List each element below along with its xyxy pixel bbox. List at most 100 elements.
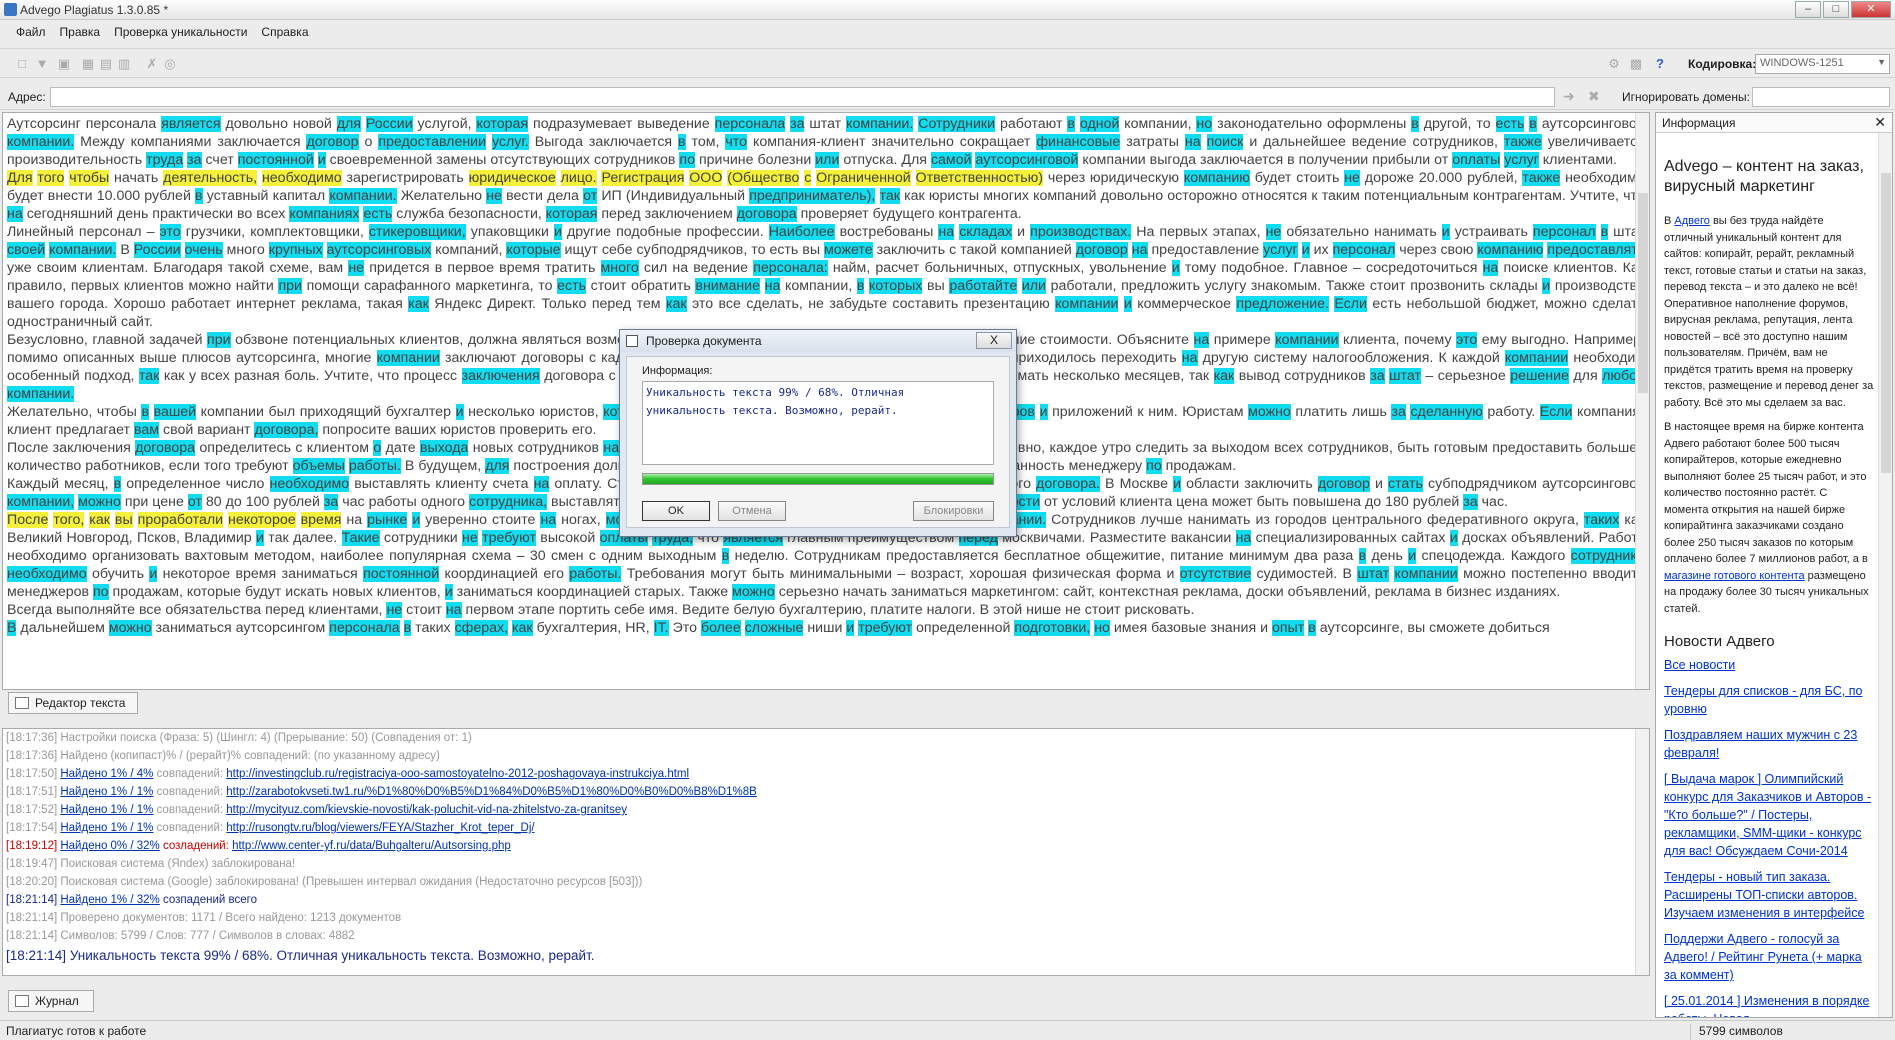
info-scrollbar[interactable] xyxy=(1878,133,1892,1017)
highlight-match: по xyxy=(93,584,109,600)
editor-word: главной xyxy=(92,332,145,348)
go-arrow-icon[interactable]: ➜ xyxy=(1563,88,1581,106)
dialog-close-button[interactable]: X xyxy=(976,332,1012,349)
editor-word: каждой xyxy=(1451,350,1500,366)
editor-word: месяц, xyxy=(64,476,109,492)
open-document-icon[interactable]: ▼ xyxy=(34,56,50,72)
editor-word: компаний xyxy=(1033,188,1097,204)
log-url-link[interactable]: http://mycityuz.com/kievskie-novosti/kak… xyxy=(226,804,627,816)
log-scrollbar[interactable] xyxy=(1635,729,1649,975)
tab-text-editor[interactable]: Редактор текста xyxy=(8,692,138,714)
log-url-link[interactable]: http://investingclub.ru/registraciya-ooo… xyxy=(226,768,689,780)
editor-word: значительно xyxy=(871,134,954,150)
editor-word: востребованы xyxy=(839,224,934,240)
log-found-link[interactable]: Найдено 1% / 32% xyxy=(60,894,159,906)
news-link[interactable]: [ 25.01.2014 ] Изменения в порядке работ… xyxy=(1664,992,1874,1017)
editor-word: сайтах xyxy=(1401,530,1446,546)
editor-paragraph: Аутсорсинг персонала является довольно н… xyxy=(7,115,1645,169)
cancel-button[interactable]: Отмена xyxy=(718,501,786,521)
minimize-button[interactable]: – xyxy=(1795,1,1821,18)
editor-word: контрагентам. xyxy=(1472,188,1566,204)
editor-word: как xyxy=(163,368,185,384)
log-found-link[interactable]: Найдено 1% / 4% xyxy=(60,768,153,780)
news-link[interactable]: [ Выдача марок ] Олимпийский конкурс для… xyxy=(1664,770,1874,860)
ignore-domains-input[interactable] xyxy=(1752,87,1890,107)
news-link[interactable]: Поздравляем наших мужчин с 23 февраля! xyxy=(1664,726,1874,762)
menu-edit[interactable]: Правка xyxy=(60,22,101,42)
highlight-match: внимание xyxy=(695,278,760,294)
editor-scroll-thumb[interactable] xyxy=(1638,193,1648,393)
log-line: [18:19:47] Поисковая система (Яndex) заб… xyxy=(3,855,1649,873)
settings-icon[interactable]: ⚙ xyxy=(1606,56,1622,72)
dialog-body: Информация: Уникальность текста 99% / 68… xyxy=(626,356,1010,528)
editor-word: подразумевает xyxy=(533,116,633,132)
log-found-link[interactable]: Найдено 1% / 1% xyxy=(60,804,153,816)
editor-word: старых. xyxy=(634,584,685,600)
encoding-select[interactable]: WINDOWS-1251 ▼ xyxy=(1755,54,1890,74)
paste-icon[interactable]: ▥ xyxy=(116,56,132,72)
highlight-match: персонала: xyxy=(753,260,828,276)
highlight-match: в xyxy=(721,548,730,564)
info-scroll-thumb[interactable] xyxy=(1881,173,1891,473)
highlight-match: в xyxy=(1067,116,1075,132)
editor-word: Каждого xyxy=(1510,548,1566,564)
editor-word: профессии. xyxy=(686,224,764,240)
news-link[interactable]: Тендеры - новый тип заказа. Расширены ТО… xyxy=(1664,868,1874,922)
highlight-match: не xyxy=(348,260,365,276)
menu-help[interactable]: Справка xyxy=(261,22,308,42)
log-found-link[interactable]: Найдено 1% / 1% xyxy=(60,822,153,834)
editor-word: оплату. xyxy=(554,476,603,492)
tab-journal[interactable]: Журнал xyxy=(8,990,94,1012)
menu-check-uniqueness[interactable]: Проверка уникальности xyxy=(114,22,247,42)
editor-word: всех xyxy=(200,368,230,384)
log-timestamp: [18:20:20] xyxy=(6,876,61,888)
editor-word: законодательно xyxy=(1217,116,1323,132)
news-link[interactable]: Тендеры для списков - для БС, по уровню xyxy=(1664,682,1874,718)
menu-file[interactable]: Файл xyxy=(16,22,46,42)
editor-word: систему xyxy=(1253,350,1308,366)
clear-address-icon[interactable]: ✖ xyxy=(1588,88,1606,106)
highlight-match: компании. xyxy=(49,242,117,258)
log-found-link[interactable]: Найдено 0% / 32% xyxy=(60,840,159,852)
highlight-match: заключения xyxy=(461,368,540,384)
log-url-link[interactable]: http://zarabotokvseti.tw1.ru/%D1%80%D0%B… xyxy=(226,786,757,798)
close-panel-icon[interactable]: ✕ xyxy=(1874,114,1886,131)
cut-icon[interactable]: ▦ xyxy=(80,56,96,72)
editor-word: уставный xyxy=(206,188,269,204)
check-text-icon[interactable]: ✗ xyxy=(144,56,160,72)
ok-button[interactable]: OK xyxy=(642,501,710,521)
highlight-match: крупных xyxy=(268,242,323,258)
editor-word: компании xyxy=(1082,152,1146,168)
editor-word: Псков, xyxy=(136,530,180,546)
check-web-icon[interactable]: ◎ xyxy=(162,56,178,72)
editor-word: Разместите xyxy=(1089,530,1167,546)
address-input[interactable] xyxy=(50,87,1555,107)
editor-word: физическая xyxy=(1032,566,1111,582)
highlight-match: договор xyxy=(1317,476,1370,492)
maximize-button[interactable]: □ xyxy=(1823,1,1849,18)
editor-word: работают xyxy=(999,116,1063,132)
content-shop-link[interactable]: магазине готового контента xyxy=(1664,570,1805,582)
lock-icon[interactable]: ▩ xyxy=(1628,56,1644,72)
editor-word: сокращает xyxy=(959,134,1031,150)
close-window-button[interactable]: ✕ xyxy=(1851,1,1891,18)
help-icon[interactable]: ? xyxy=(1652,56,1668,72)
advego-link[interactable]: Адвего xyxy=(1674,215,1709,227)
log-url-link[interactable]: http://rusongtv.ru/blog/viewers/FEYA/Sta… xyxy=(226,822,534,834)
log-found-link[interactable]: Найдено 1% / 1% xyxy=(60,786,153,798)
new-document-icon[interactable]: □ xyxy=(14,56,30,72)
highlight-match: на xyxy=(938,224,955,240)
editor-scrollbar[interactable] xyxy=(1635,113,1649,689)
editor-word: и xyxy=(1260,620,1269,636)
blocks-button[interactable]: Блокировки xyxy=(913,501,994,521)
news-link[interactable]: Поддержи Адвего - голосуй за Адвего! / Р… xyxy=(1664,930,1874,984)
log-url-link[interactable]: http://www.center-yf.ru/data/Buhgalteru/… xyxy=(232,840,511,852)
editor-word: обратить xyxy=(630,278,691,294)
highlight-rewrite: того, xyxy=(53,512,85,528)
copy-icon[interactable]: ▤ xyxy=(98,56,114,72)
editor-word: внести xyxy=(47,188,93,204)
highlight-match: таких xyxy=(1583,512,1620,528)
save-document-icon[interactable]: ▣ xyxy=(56,56,72,72)
news-link[interactable]: Все новости xyxy=(1664,656,1874,674)
editor-word: с xyxy=(588,548,596,564)
